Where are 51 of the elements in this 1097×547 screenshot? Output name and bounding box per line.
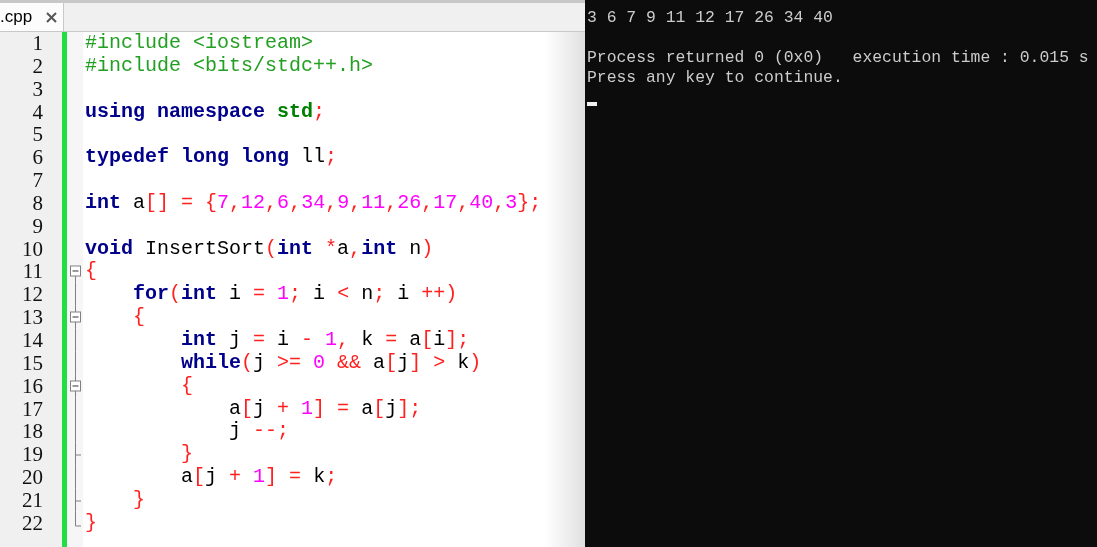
line-number: 2 <box>31 54 43 78</box>
collapse-icon[interactable] <box>70 265 81 277</box>
collapse-icon[interactable] <box>70 380 81 392</box>
line-number: 4 <box>31 100 43 124</box>
line-number: 19 <box>21 443 43 467</box>
code-line: } <box>132 488 146 512</box>
line-number: 6 <box>31 146 43 170</box>
line-number: 21 <box>21 488 43 512</box>
line-number: 13 <box>21 306 43 329</box>
code-line: } <box>180 443 195 467</box>
code-line: { <box>85 260 98 284</box>
code-line: a[j + 1] = k; <box>180 466 339 489</box>
line-number: 18 <box>21 420 43 444</box>
code-line: { <box>132 306 146 329</box>
line-number: 3 <box>31 77 43 101</box>
code-line: using namespace std; <box>85 100 327 124</box>
line-number: 5 <box>31 123 43 147</box>
console-output: 3 6 7 9 11 12 17 26 34 40 <box>587 8 834 28</box>
line-number: 11 <box>21 260 43 284</box>
code-line: #include <bits/stdc++.h> <box>85 54 375 78</box>
line-number: 7 <box>31 169 43 192</box>
process-status: Process returned 0 (0x0) execution time : 0.015 s <box>587 48 1090 68</box>
code-line: a[j + 1] = a[j]; <box>228 397 423 421</box>
code-line: int j = i - 1, k = a[i]; <box>180 328 471 352</box>
line-number: 12 <box>21 283 43 307</box>
code-line: { <box>180 374 195 398</box>
code-line: int a[] = {7,12,6,34,9,11,26,17,40,3}; <box>85 191 543 215</box>
code-line: j --; <box>228 420 291 444</box>
code-line: typedef long long ll; <box>85 146 339 170</box>
line-number: 22 <box>21 511 43 535</box>
code-line: void InsertSort(int *a,int n) <box>85 237 435 261</box>
line-number: 8 <box>31 191 43 215</box>
line-number: 9 <box>31 214 43 238</box>
code-line: while(j >= 0 && a[j] > k) <box>180 351 483 375</box>
fold-end-line <box>75 443 82 467</box>
line-number: 17 <box>21 397 43 421</box>
text-cursor <box>587 102 597 106</box>
code-line: for(int i = 1; i < n; i ++) <box>132 283 459 307</box>
fold-guide-line <box>75 466 76 489</box>
line-number: 1 <box>31 32 43 55</box>
line-number: 14 <box>21 328 43 352</box>
line-number: 10 <box>21 237 43 261</box>
continue-prompt: Press any key to continue. <box>587 68 844 88</box>
line-number: 16 <box>21 374 43 398</box>
code-line: #include <iostream> <box>85 32 315 55</box>
line-number: 20 <box>21 466 43 489</box>
file-tab[interactable]: .cpp <box>0 3 65 31</box>
line-number: 15 <box>21 351 43 375</box>
code-line: } <box>85 511 98 535</box>
collapse-icon[interactable] <box>70 311 81 323</box>
close-icon[interactable] <box>46 11 58 23</box>
